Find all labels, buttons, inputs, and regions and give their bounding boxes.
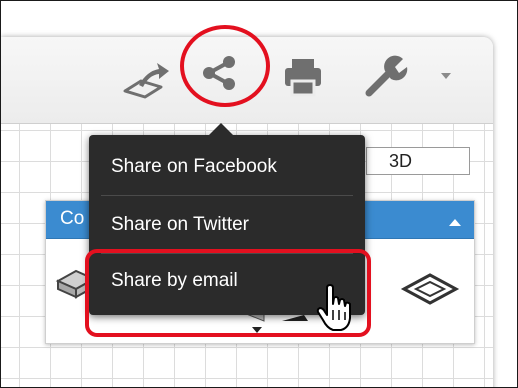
hand-pointer-cursor-icon xyxy=(315,284,355,339)
view-mode-field[interactable]: 3D xyxy=(366,147,470,175)
print-button[interactable] xyxy=(277,53,331,99)
share-facebook-item[interactable]: Share on Facebook xyxy=(89,139,365,195)
more-options-button[interactable] xyxy=(431,57,461,103)
widget-title: Co xyxy=(60,208,85,229)
menu-divider xyxy=(101,195,353,196)
view-mode-value: 3D xyxy=(389,151,413,171)
print-icon xyxy=(277,53,331,99)
wrench-icon xyxy=(361,53,415,99)
screenshot-frame: 3D Co Share on Facebook Share on Twitter… xyxy=(0,0,518,388)
view-icon-top[interactable] xyxy=(400,269,460,314)
export-button[interactable] xyxy=(119,57,173,103)
dropdown-arrow-icon xyxy=(431,57,461,97)
share-facebook-label: Share on Facebook xyxy=(111,156,277,177)
export-icon xyxy=(119,57,173,103)
collapse-arrow-icon[interactable] xyxy=(448,214,462,232)
share-twitter-item[interactable]: Share on Twitter xyxy=(89,197,365,253)
settings-button[interactable] xyxy=(361,53,415,99)
highlight-circle-annotation xyxy=(180,25,270,107)
share-twitter-label: Share on Twitter xyxy=(111,214,250,235)
